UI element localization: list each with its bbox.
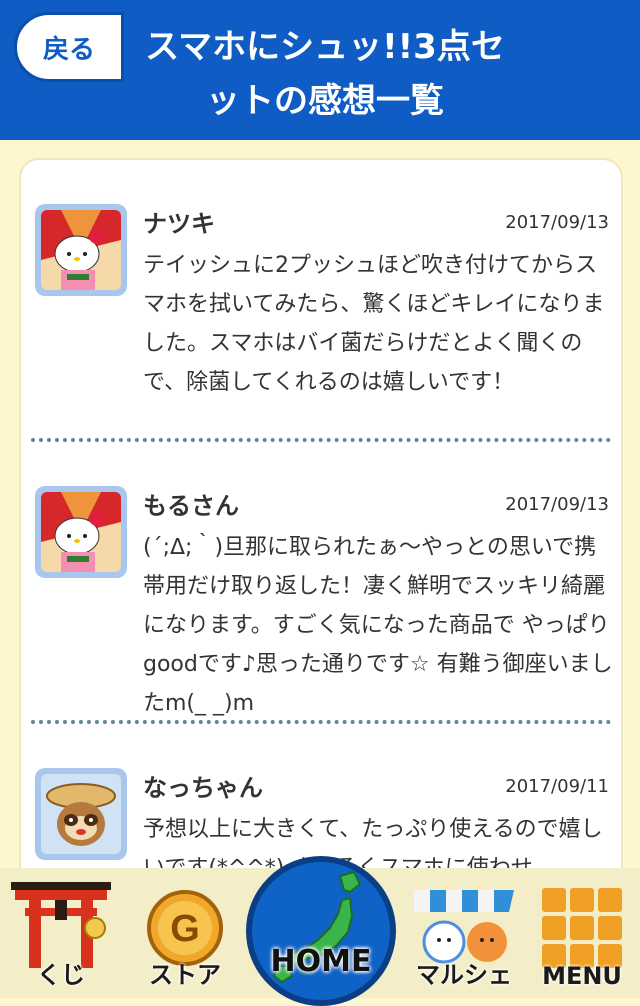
back-button-label: 戻る [42,34,95,65]
header-bar: 戻る スマホにシュッ!!3点セットの感想一覧 [0,0,640,140]
nav-marche[interactable]: マルシェ [404,868,524,998]
nav-marche-label: マルシェ [416,961,512,989]
nav-menu-label: MENU [542,962,622,990]
review-text: (´;ᐃ;｀)旦那に取られたぁ〜やっとの思いで携帯用だけ取り返した！凄く鮮明でス… [143,535,613,716]
nav-store[interactable]: G ストア [130,868,240,998]
hello-kitty-avatar-icon [41,210,121,290]
reviewer-name: なっちゃん [143,774,263,802]
nav-home-button[interactable] [246,856,396,1006]
review-date: 2017/09/13 [505,212,609,233]
page-title: スマホにシュッ!!3点セットの感想一覧 [145,27,505,121]
nav-home-label: HOME [270,944,372,979]
nav-menu[interactable]: MENU [530,868,634,998]
svg-text:G: G [170,908,200,950]
tanuki-avatar-icon [41,774,121,854]
user-avatar [35,768,127,860]
menu-grid-icon [542,888,622,968]
hello-kitty-avatar-icon [41,492,121,572]
review-item: もるさん 2017/09/13 (´;ᐃ;｀)旦那に取られたぁ〜やっとの思いで携… [21,442,621,724]
nav-kuji-label: くじ [37,961,85,989]
reviewer-name: もるさん [143,492,239,520]
reviews-card: ナツキ 2017/09/13 テイッシュに2プッシュほど吹き付けてからスマホを拭… [19,158,623,918]
user-avatar [35,486,127,578]
user-avatar [35,204,127,296]
nav-kuji[interactable]: くじ [6,868,116,998]
review-date: 2017/09/11 [505,776,609,797]
japan-map-icon [272,870,362,984]
review-date: 2017/09/13 [505,494,609,515]
back-button[interactable]: 戻る [14,12,124,82]
review-item: ナツキ 2017/09/13 テイッシュに2プッシュほど吹き付けてからスマホを拭… [21,160,621,442]
review-text: テイッシュに2プッシュほど吹き付けてからスマホを拭いてみたら、驚くほどキレイにな… [143,253,605,395]
reviewer-name: ナツキ [143,210,215,238]
nav-store-label: ストア [149,961,221,989]
